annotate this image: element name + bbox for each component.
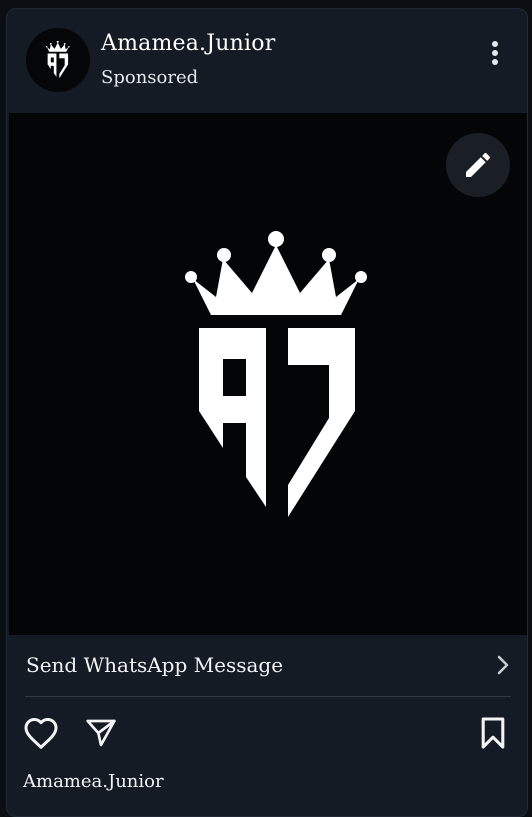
post-header: Amamea.Junior Sponsored xyxy=(7,9,527,113)
like-button[interactable] xyxy=(21,713,61,753)
edit-button[interactable] xyxy=(446,133,510,197)
post-image[interactable] xyxy=(9,113,527,635)
sponsored-post-card: Amamea.Junior Sponsored Send WhatsApp Me… xyxy=(6,8,528,817)
chevron-right-icon xyxy=(497,655,509,675)
bookmark-icon xyxy=(481,717,505,749)
aj-crown-logo xyxy=(172,225,368,529)
cta-label: Send WhatsApp Message xyxy=(26,653,284,677)
vertical-dots-icon xyxy=(492,41,498,65)
pencil-icon xyxy=(466,152,491,177)
avatar[interactable] xyxy=(26,28,90,92)
send-whatsapp-message-cta[interactable]: Send WhatsApp Message xyxy=(7,635,527,697)
aj-crown-logo-icon xyxy=(45,41,70,79)
crown-logo-graphic xyxy=(185,231,367,517)
divider xyxy=(25,696,511,697)
share-button[interactable] xyxy=(81,713,121,753)
save-button[interactable] xyxy=(473,713,513,753)
heart-icon xyxy=(24,718,58,749)
paper-plane-icon xyxy=(86,719,116,747)
more-options-button[interactable] xyxy=(483,35,507,71)
caption-username[interactable]: Amamea.Junior xyxy=(23,771,164,792)
account-name[interactable]: Amamea.Junior xyxy=(101,31,275,56)
sponsored-label: Sponsored xyxy=(101,67,199,88)
